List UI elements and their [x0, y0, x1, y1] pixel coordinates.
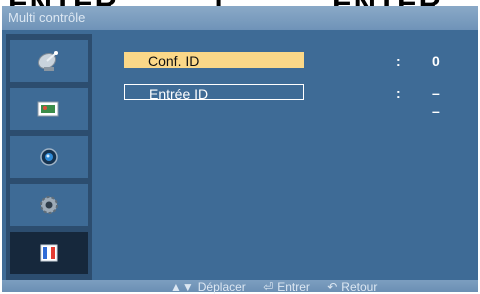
- menu-label: Conf. ID: [124, 52, 304, 69]
- footer-hint-bar: ▲▼ Déplacer ⏎ Entrer ↶ Retour: [170, 280, 391, 294]
- sidebar: [6, 34, 92, 280]
- sound-icon: [40, 148, 58, 166]
- menu-separator: :: [396, 85, 401, 101]
- settings-gear-icon: [40, 196, 58, 214]
- menu-separator: :: [396, 53, 401, 69]
- sidebar-item-picture[interactable]: [10, 88, 88, 130]
- footer-hints: ▲▼ Déplacer ⏎ Entrer ↶ Retour: [2, 280, 478, 294]
- menu-label: Entrée ID: [124, 84, 304, 102]
- title-bar: Multi contrôle: [2, 6, 478, 30]
- sidebar-item-antenna[interactable]: [10, 40, 88, 82]
- menu-value: 0: [432, 53, 440, 69]
- tv-screen-icon: [37, 101, 59, 117]
- sidebar-item-multi-control[interactable]: [10, 232, 88, 274]
- window-title: Multi contrôle: [8, 10, 86, 25]
- sidebar-item-setup[interactable]: [10, 184, 88, 226]
- satellite-dish-icon: [37, 51, 58, 71]
- multi-control-icon: [40, 244, 58, 262]
- sidebar-item-sound[interactable]: [10, 136, 88, 178]
- menu-value: – –: [432, 85, 440, 119]
- osd-menu-window: Multi contrôle Conf. ID: 0 Entrée ID: …: [2, 6, 478, 294]
